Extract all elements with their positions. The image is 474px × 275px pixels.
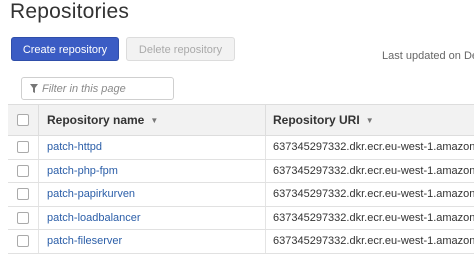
row-checkbox[interactable] [17, 164, 29, 177]
table-row[interactable]: patch-httpd 637345297332.dkr.ecr.eu-west… [8, 136, 474, 160]
last-updated-text: Last updated on De [382, 50, 474, 62]
table-row[interactable]: patch-php-fpm 637345297332.dkr.ecr.eu-we… [8, 159, 474, 183]
sort-caret-icon: ▼ [365, 115, 374, 125]
repositories-table: Repository name ▼ Repository URI ▼ patch… [8, 104, 474, 254]
filter-box[interactable] [21, 77, 174, 100]
repository-name-link[interactable]: patch-fileserver [39, 235, 265, 247]
row-check-cell [8, 141, 38, 154]
row-checkbox[interactable] [17, 188, 29, 201]
repository-uri: 637345297332.dkr.ecr.eu-west-1.amazon... [273, 141, 474, 154]
repository-uri: 637345297332.dkr.ecr.eu-west-1.amazon... [273, 211, 474, 224]
column-header-repository-name[interactable]: Repository name ▼ [39, 113, 265, 127]
row-check-cell [8, 211, 38, 224]
row-checkbox[interactable] [17, 141, 29, 154]
repository-uri: 637345297332.dkr.ecr.eu-west-1.amazon... [273, 188, 474, 201]
funnel-icon [30, 84, 38, 93]
table-row[interactable]: patch-fileserver 637345297332.dkr.ecr.eu… [8, 230, 474, 254]
repository-name-link[interactable]: patch-loadbalancer [39, 212, 265, 224]
column-header-label: Repository URI [273, 113, 360, 127]
select-all-cell [8, 114, 38, 126]
delete-repository-button[interactable]: Delete repository [126, 37, 235, 61]
repository-uri: 637345297332.dkr.ecr.eu-west-1.amazon... [273, 164, 474, 177]
repository-name-link[interactable]: patch-papirkurven [39, 188, 265, 200]
row-checkbox[interactable] [17, 211, 29, 224]
row-check-cell [8, 188, 38, 201]
repository-uri: 637345297332.dkr.ecr.eu-west-1.amazon... [273, 235, 474, 248]
column-header-label: Repository name [47, 113, 145, 127]
row-checkbox[interactable] [17, 235, 29, 248]
repository-name-link[interactable]: patch-httpd [39, 141, 265, 153]
filter-input[interactable] [42, 82, 162, 95]
row-check-cell [8, 235, 38, 248]
table-row[interactable]: patch-loadbalancer 637345297332.dkr.ecr.… [8, 206, 474, 230]
sort-caret-icon: ▼ [150, 115, 159, 125]
table-row[interactable]: patch-papirkurven 637345297332.dkr.ecr.e… [8, 183, 474, 207]
row-check-cell [8, 164, 38, 177]
create-repository-button[interactable]: Create repository [11, 37, 119, 61]
table-header: Repository name ▼ Repository URI ▼ [8, 104, 474, 136]
select-all-checkbox[interactable] [17, 114, 29, 126]
column-header-repository-uri[interactable]: Repository URI ▼ [266, 113, 374, 127]
page-title: Repositories [10, 0, 130, 23]
repository-name-link[interactable]: patch-php-fpm [39, 165, 265, 177]
